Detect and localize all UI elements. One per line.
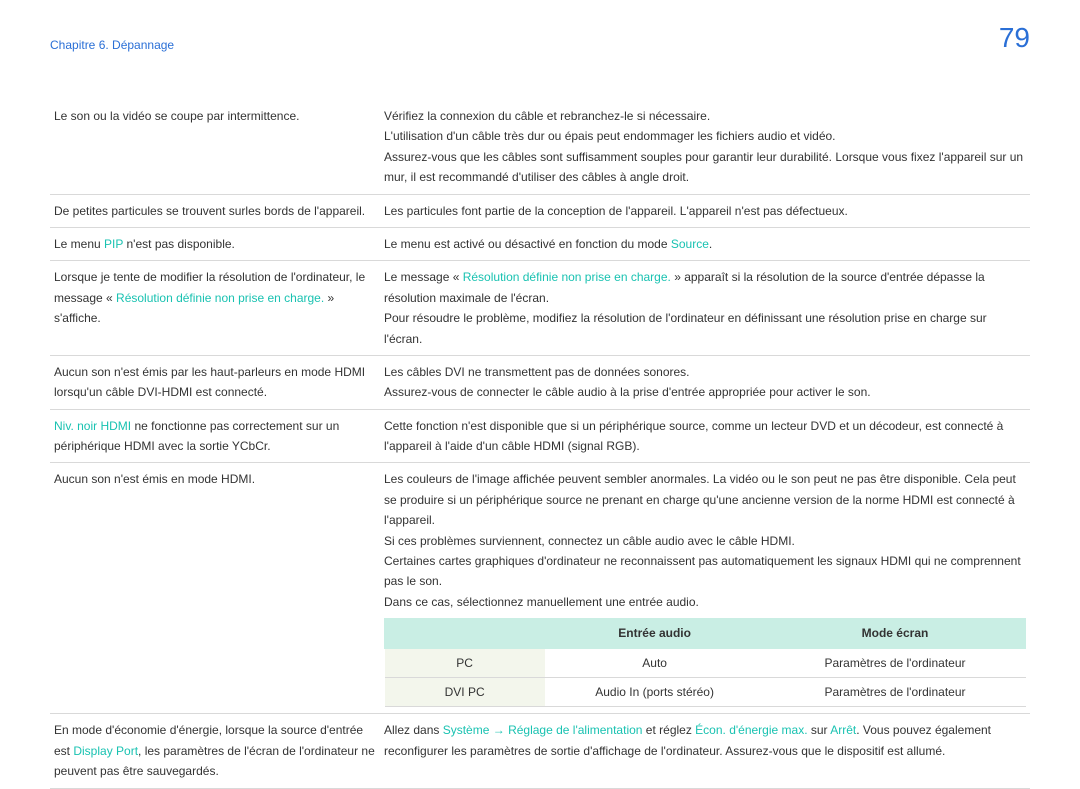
- inner-table-cell: Paramètres de l'ordinateur: [764, 648, 1025, 677]
- solution-paragraph: Le menu est activé ou désactivé en fonct…: [384, 234, 1026, 254]
- inner-table-header: Entrée audio: [545, 619, 765, 648]
- solution-cell: Vérifiez la connexion du câble et rebran…: [380, 100, 1030, 194]
- inner-table-cell: PC: [385, 648, 545, 677]
- troubleshooting-table: Le son ou la vidéo se coupe par intermit…: [50, 100, 1030, 789]
- table-row: En mode d'économie d'énergie, lorsque la…: [50, 714, 1030, 788]
- table-row: Niv. noir HDMI ne fonctionne pas correct…: [50, 409, 1030, 463]
- chapter-title: Chapitre 6. Dépannage: [50, 38, 174, 52]
- solution-paragraph: Dans ce cas, sélectionnez manuellement u…: [384, 592, 1026, 612]
- table-row: Le menu PIP n'est pas disponible.Le menu…: [50, 227, 1030, 260]
- solution-cell: Les câbles DVI ne transmettent pas de do…: [380, 355, 1030, 409]
- inner-table-header: [385, 619, 545, 648]
- issue-cell: Aucun son n'est émis en mode HDMI.: [50, 463, 380, 714]
- inner-table-row: PCAutoParamètres de l'ordinateur: [385, 648, 1026, 677]
- solution-paragraph: Certaines cartes graphiques d'ordinateur…: [384, 551, 1026, 592]
- solution-paragraph: Cette fonction n'est disponible que si u…: [384, 416, 1026, 457]
- audio-mode-table: Entrée audioMode écranPCAutoParamètres d…: [384, 618, 1026, 707]
- solution-paragraph: Vérifiez la connexion du câble et rebran…: [384, 106, 1026, 126]
- issue-cell: Niv. noir HDMI ne fonctionne pas correct…: [50, 409, 380, 463]
- manual-page: Chapitre 6. Dépannage 79 Le son ou la vi…: [0, 0, 1080, 763]
- table-row: Le son ou la vidéo se coupe par intermit…: [50, 100, 1030, 194]
- solution-paragraph: Assurez-vous que les câbles sont suffisa…: [384, 147, 1026, 188]
- inner-table-cell: Audio In (ports stéréo): [545, 677, 765, 706]
- table-row: Lorsque je tente de modifier la résoluti…: [50, 261, 1030, 356]
- table-row: Aucun son n'est émis par les haut-parleu…: [50, 355, 1030, 409]
- solution-paragraph: Allez dans Système → Réglage de l'alimen…: [384, 720, 1026, 761]
- table-row: Aucun son n'est émis en mode HDMI.Les co…: [50, 463, 1030, 714]
- solution-paragraph: Le message « Résolution définie non pris…: [384, 267, 1026, 308]
- inner-table-row: DVI PCAudio In (ports stéréo)Paramètres …: [385, 677, 1026, 706]
- solution-paragraph: Pour résoudre le problème, modifiez la r…: [384, 308, 1026, 349]
- solution-paragraph: Les couleurs de l'image affichée peuvent…: [384, 469, 1026, 530]
- solution-paragraph: L'utilisation d'un câble très dur ou épa…: [384, 126, 1026, 146]
- page-number: 79: [999, 22, 1030, 54]
- inner-table-cell: Auto: [545, 648, 765, 677]
- table-row: De petites particules se trouvent surles…: [50, 194, 1030, 227]
- issue-cell: Lorsque je tente de modifier la résoluti…: [50, 261, 380, 356]
- solution-cell: Cette fonction n'est disponible que si u…: [380, 409, 1030, 463]
- solution-cell: Le menu est activé ou désactivé en fonct…: [380, 227, 1030, 260]
- solution-cell: Les couleurs de l'image affichée peuvent…: [380, 463, 1030, 714]
- solution-paragraph: Assurez-vous de connecter le câble audio…: [384, 382, 1026, 402]
- inner-table-cell: DVI PC: [385, 677, 545, 706]
- solution-paragraph: Les particules font partie de la concept…: [384, 201, 1026, 221]
- issue-cell: Le son ou la vidéo se coupe par intermit…: [50, 100, 380, 194]
- issue-cell: Le menu PIP n'est pas disponible.: [50, 227, 380, 260]
- solution-paragraph: Si ces problèmes surviennent, connectez …: [384, 531, 1026, 551]
- solution-cell: Le message « Résolution définie non pris…: [380, 261, 1030, 356]
- solution-cell: Allez dans Système → Réglage de l'alimen…: [380, 714, 1030, 788]
- issue-cell: Aucun son n'est émis par les haut-parleu…: [50, 355, 380, 409]
- solution-cell: Les particules font partie de la concept…: [380, 194, 1030, 227]
- page-content: Le son ou la vidéo se coupe par intermit…: [50, 30, 1030, 789]
- inner-table-cell: Paramètres de l'ordinateur: [764, 677, 1025, 706]
- inner-table-header: Mode écran: [764, 619, 1025, 648]
- issue-cell: De petites particules se trouvent surles…: [50, 194, 380, 227]
- solution-paragraph: Les câbles DVI ne transmettent pas de do…: [384, 362, 1026, 382]
- issue-cell: En mode d'économie d'énergie, lorsque la…: [50, 714, 380, 788]
